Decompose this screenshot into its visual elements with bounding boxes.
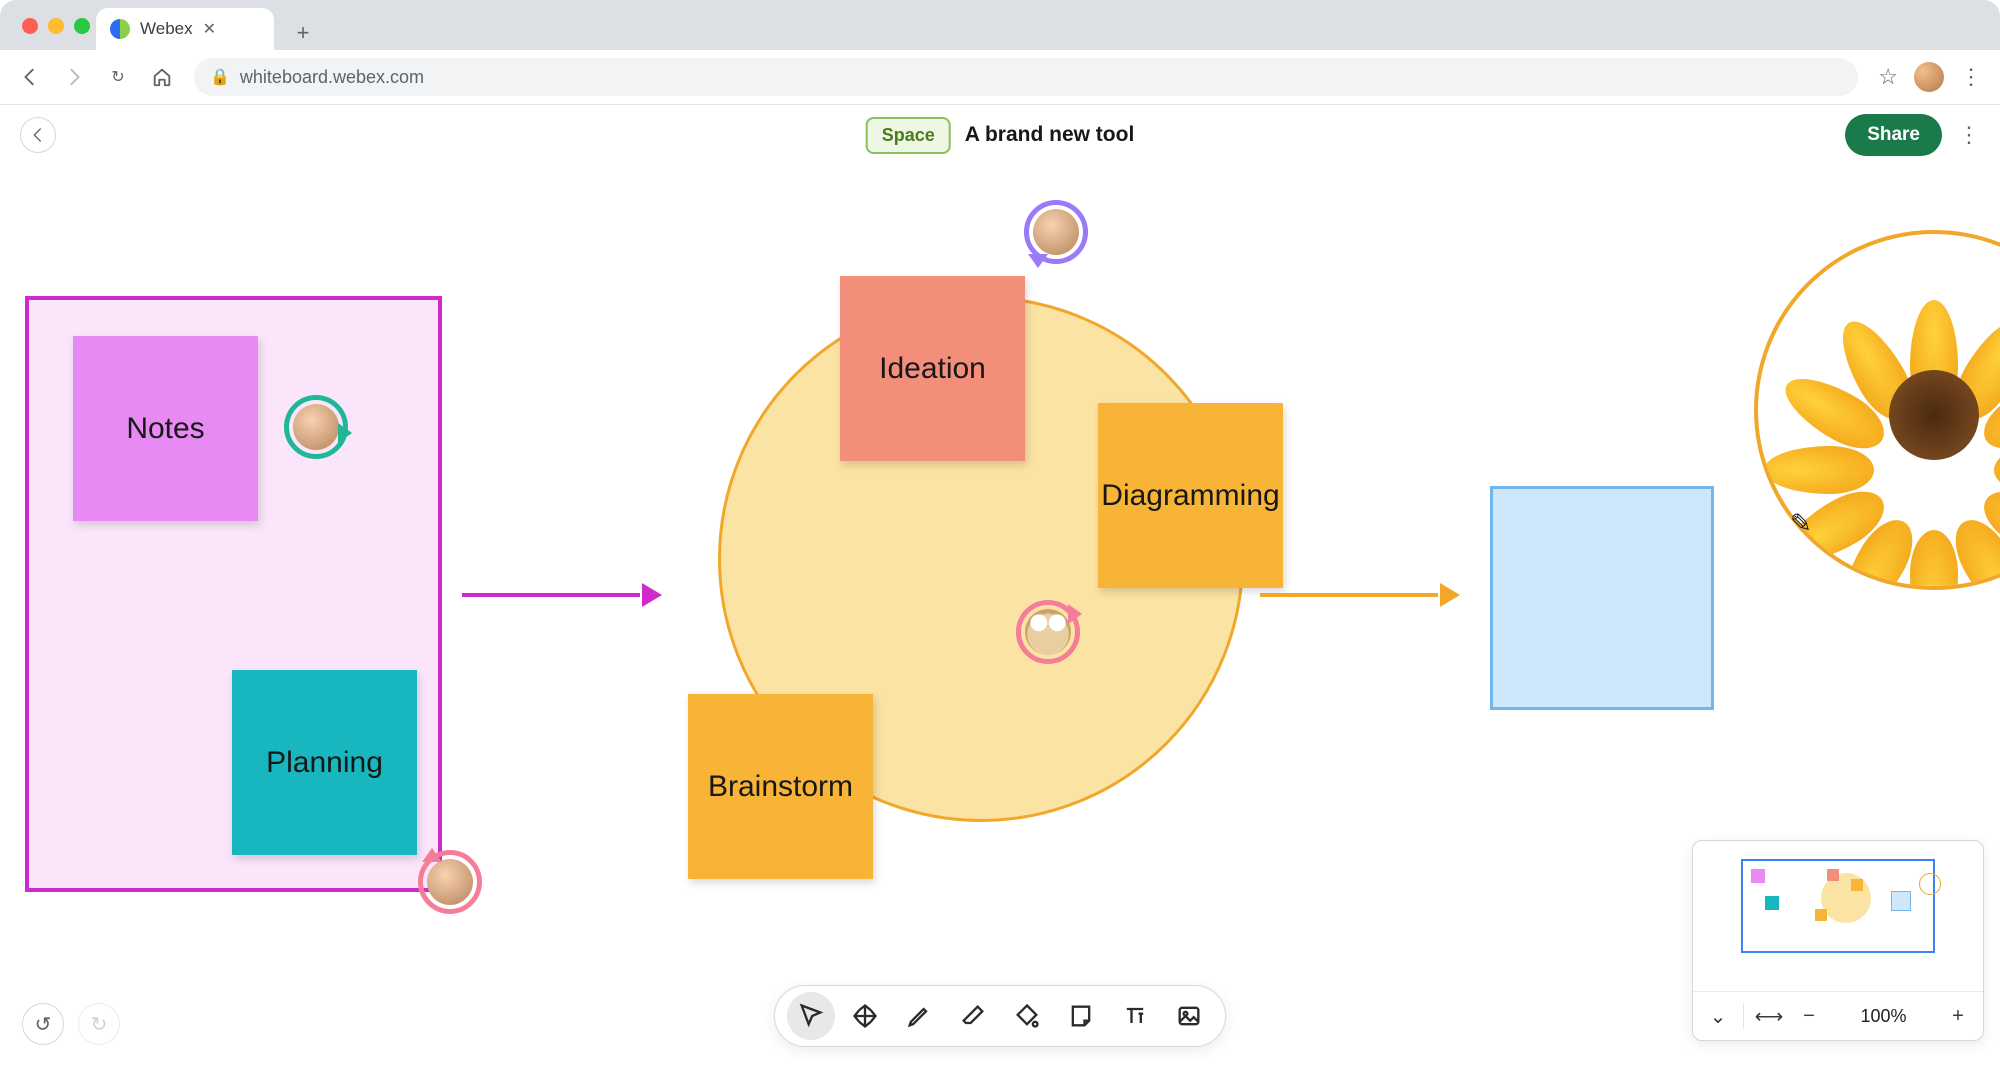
tool-text[interactable] [1111, 992, 1159, 1040]
sticky-planning[interactable]: Planning [232, 670, 417, 855]
tool-pen[interactable] [895, 992, 943, 1040]
sticky-brainstorm[interactable]: Brainstorm [688, 694, 873, 879]
browser-menu-icon[interactable]: ⋮ [1960, 64, 1982, 90]
window-minimize-icon[interactable] [48, 18, 64, 34]
tab-strip: Webex ✕ + [0, 0, 2000, 50]
history-controls: ↺ ↻ [22, 1003, 120, 1045]
window-zoom-icon[interactable] [74, 18, 90, 34]
lock-icon: 🔒 [210, 67, 230, 87]
zoom-controls: ⌄ ⟷ − 100% + [1693, 991, 1983, 1040]
shape-rectangle-blue[interactable] [1490, 486, 1714, 710]
header-right: Share ⋮ [1845, 114, 1980, 156]
zoom-menu-button[interactable]: ⌄ [1703, 1001, 1733, 1031]
app-header: Space A brand new tool Share ⋮ [0, 104, 2000, 167]
tool-sticky-note[interactable] [1057, 992, 1105, 1040]
profile-avatar-icon[interactable] [1914, 62, 1944, 92]
tool-image[interactable] [1165, 992, 1213, 1040]
app-more-menu-icon[interactable]: ⋮ [1958, 122, 1980, 148]
share-button[interactable]: Share [1845, 114, 1942, 156]
tab-close-icon[interactable]: ✕ [203, 19, 216, 39]
webex-favicon-icon [110, 19, 130, 39]
collaborator-cursor-purple [1030, 206, 1082, 258]
browser-toolbar: ↻ 🔒 whiteboard.webex.com ☆ ⋮ [0, 50, 2000, 105]
space-chip[interactable]: Space [866, 117, 951, 154]
pencil-cursor-icon: ✎ [1790, 508, 1812, 539]
document-title[interactable]: A brand new tool [965, 123, 1135, 147]
nav-reload-button[interactable]: ↻ [106, 65, 130, 89]
browser-tab[interactable]: Webex ✕ [96, 8, 274, 50]
collaborator-cursor-pink-dog [1022, 606, 1074, 658]
tool-eraser[interactable] [949, 992, 997, 1040]
image-sunflower[interactable] [1824, 305, 2000, 525]
redo-button: ↻ [78, 1003, 120, 1045]
minimap-panel: ⌄ ⟷ − 100% + [1692, 840, 1984, 1041]
undo-button[interactable]: ↺ [22, 1003, 64, 1045]
collaborator-cursor-green [290, 401, 342, 453]
whiteboard-canvas[interactable]: Notes Planning Ideation Diagramming Brai… [0, 166, 2000, 1065]
window-controls [22, 18, 90, 34]
zoom-out-button[interactable]: − [1794, 1001, 1824, 1031]
board-back-button[interactable] [20, 117, 56, 153]
nav-forward-button[interactable] [62, 65, 86, 89]
zoom-in-button[interactable]: + [1943, 1001, 1973, 1031]
collaborator-cursor-pink [424, 856, 476, 908]
new-tab-button[interactable]: + [286, 16, 320, 50]
tool-toolbar [774, 985, 1226, 1047]
sticky-diagramming[interactable]: Diagramming [1098, 403, 1283, 588]
bookmark-icon[interactable]: ☆ [1878, 64, 1898, 90]
zoom-value: 100% [1834, 1006, 1933, 1027]
nav-home-button[interactable] [150, 65, 174, 89]
address-bar[interactable]: 🔒 whiteboard.webex.com [194, 58, 1858, 96]
browser-right-controls: ☆ ⋮ [1878, 62, 1982, 92]
nav-back-button[interactable] [18, 65, 42, 89]
tool-select[interactable] [787, 992, 835, 1040]
url-text: whiteboard.webex.com [240, 67, 424, 88]
browser-chrome: Webex ✕ + ↻ 🔒 whiteboard.webex.com ☆ ⋮ [0, 0, 2000, 104]
header-center: Space A brand new tool [866, 117, 1135, 154]
tab-title: Webex [140, 19, 193, 39]
tool-shapes[interactable] [1003, 992, 1051, 1040]
minimap[interactable] [1693, 841, 1983, 991]
sticky-notes[interactable]: Notes [73, 336, 258, 521]
tool-pan[interactable] [841, 992, 889, 1040]
sticky-ideation[interactable]: Ideation [840, 276, 1025, 461]
zoom-fit-button[interactable]: ⟷ [1754, 1001, 1784, 1031]
window-close-icon[interactable] [22, 18, 38, 34]
